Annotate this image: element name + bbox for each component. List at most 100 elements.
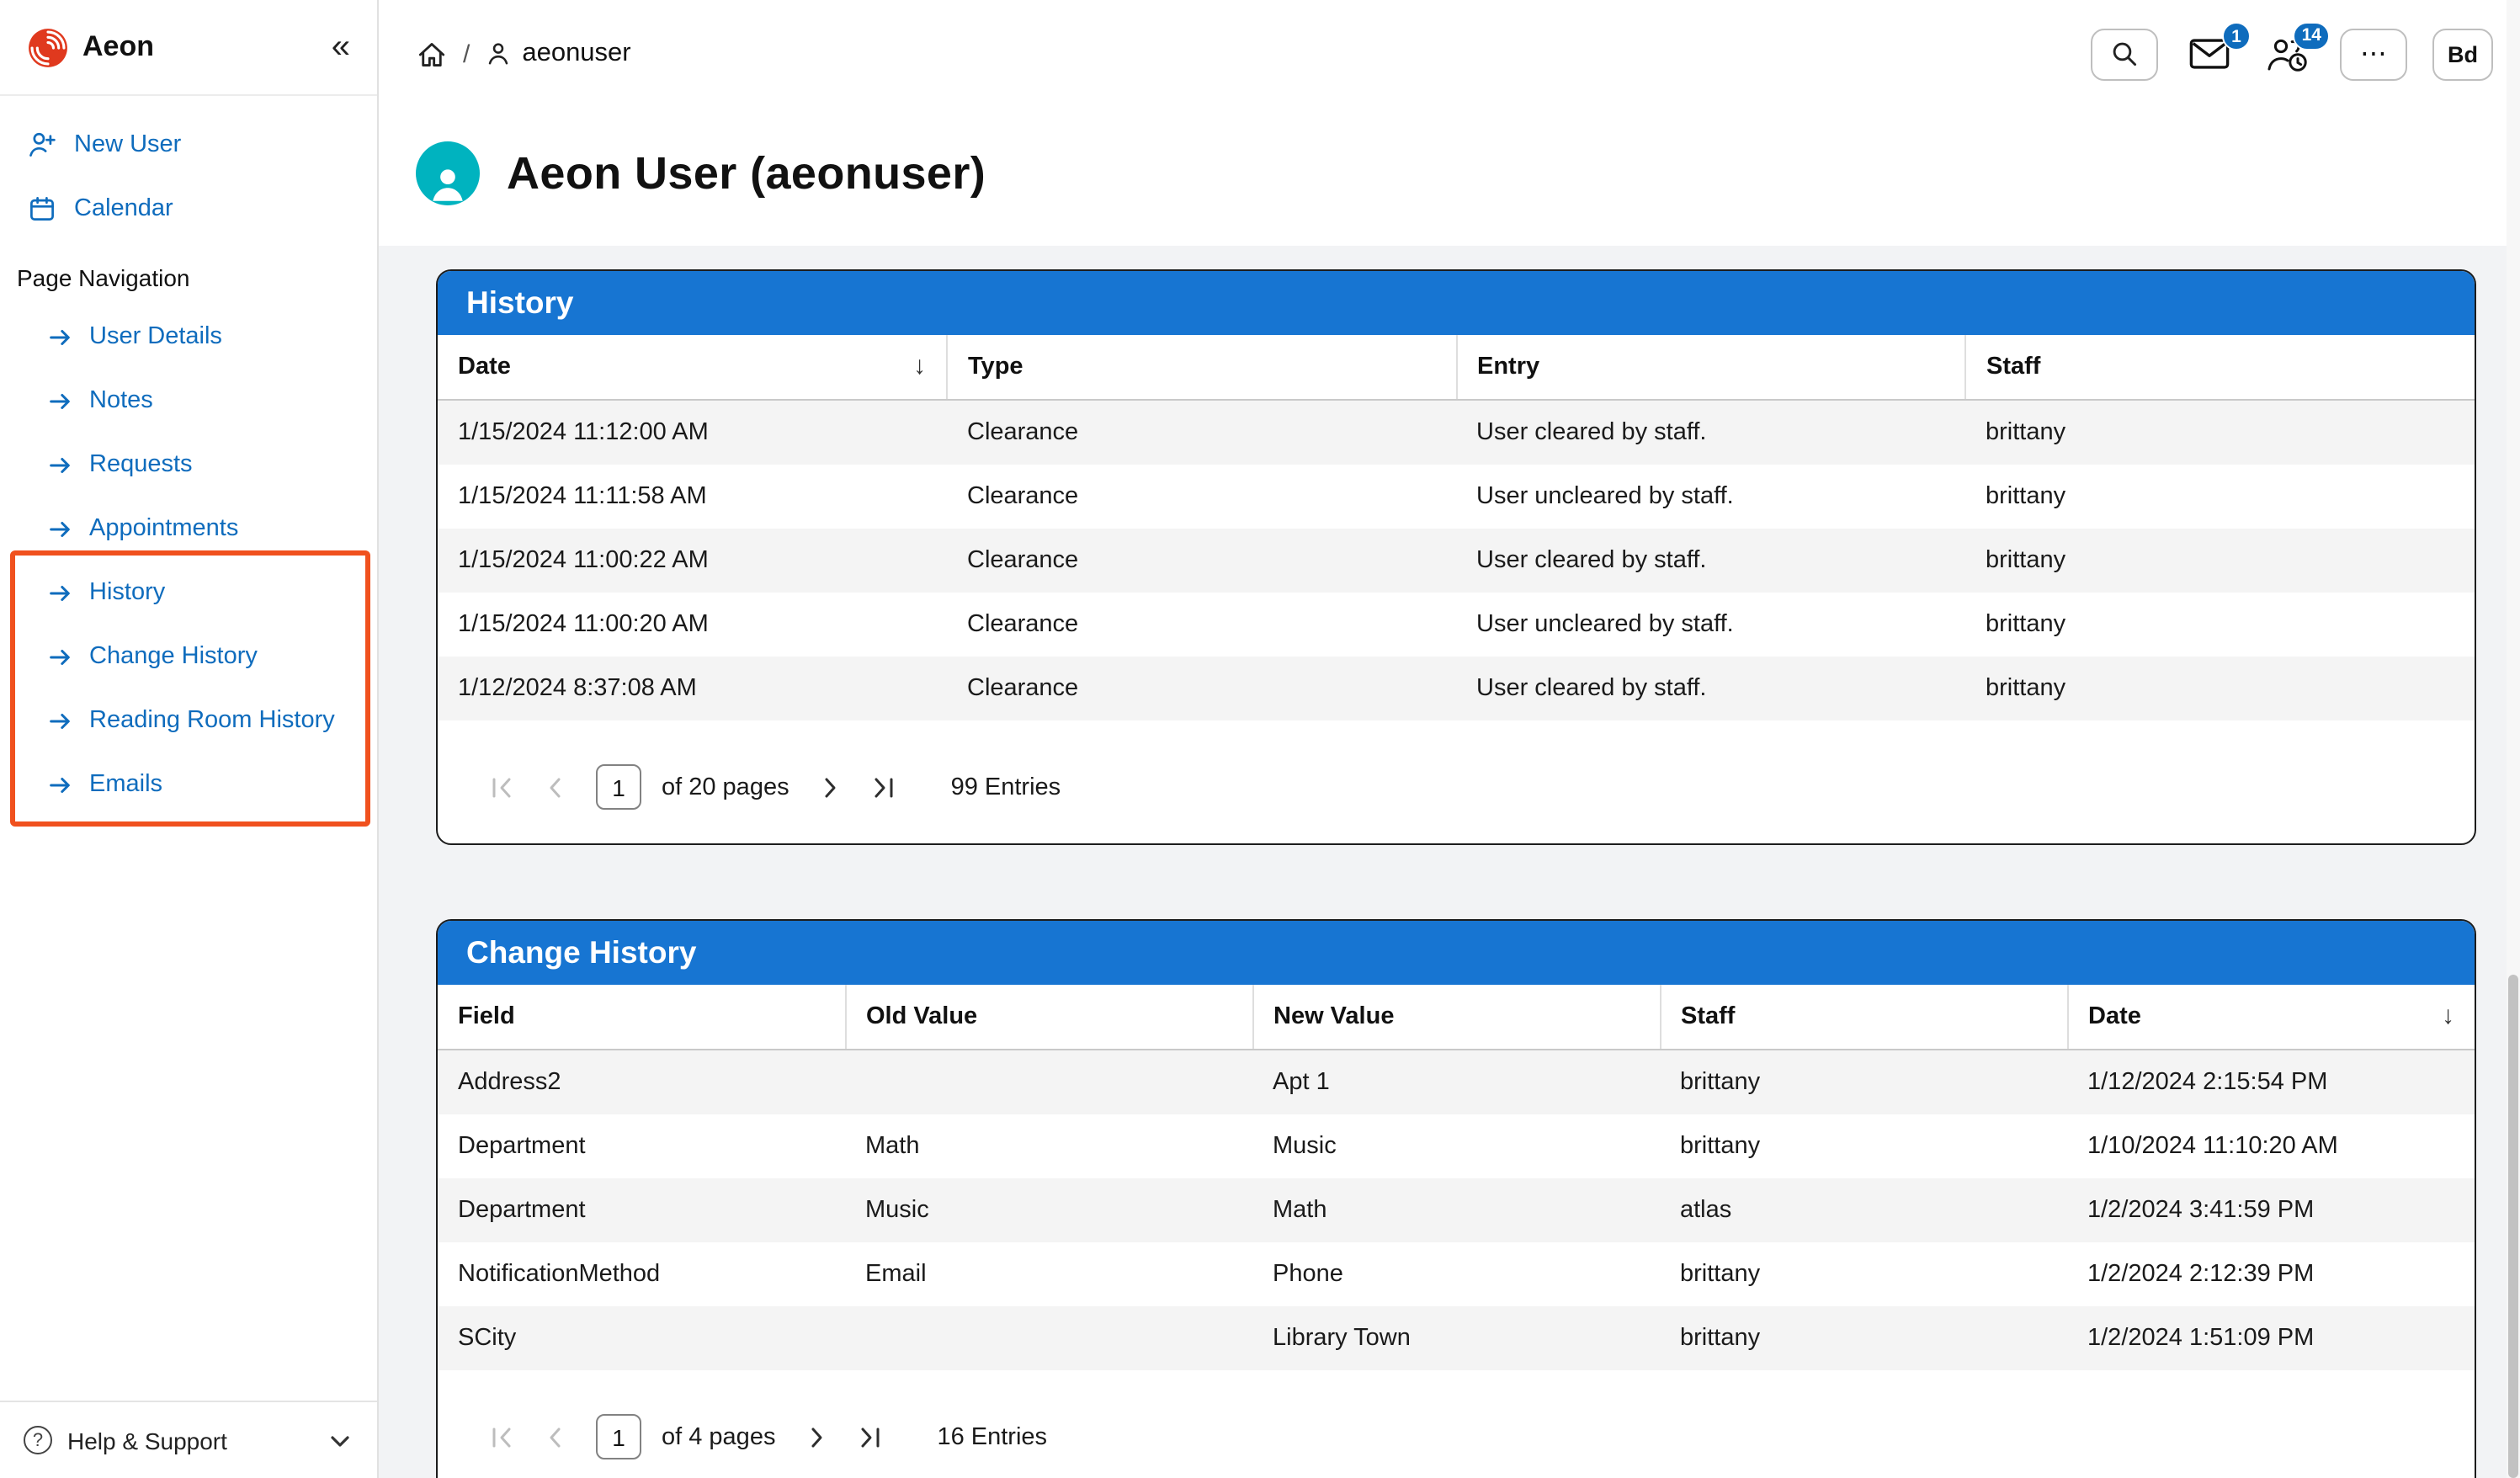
column-header-new-value[interactable]: New Value: [1252, 985, 1660, 1050]
home-icon[interactable]: [416, 38, 448, 70]
cell-field: SCity: [438, 1306, 845, 1370]
user-activity-button[interactable]: 14: [2261, 31, 2315, 77]
previous-page-icon[interactable]: [542, 1423, 569, 1450]
cell-field: Department: [438, 1114, 845, 1178]
scrollbar-thumb[interactable]: [2508, 976, 2518, 1478]
arrow-right-icon: [47, 580, 72, 605]
sidebar: Aeon « New User: [0, 0, 379, 1478]
cell-old-value: Math: [845, 1114, 1252, 1178]
sidebar-item-label: Calendar: [74, 195, 173, 222]
sidebar-item-appointments[interactable]: Appointments: [0, 497, 377, 561]
account-avatar-button[interactable]: Bd: [2432, 28, 2493, 80]
column-header-date[interactable]: Date ↓: [2067, 985, 2475, 1050]
cell-type: Clearance: [947, 593, 1456, 657]
sidebar-item-change-history[interactable]: Change History: [0, 625, 377, 688]
sidebar-item-label: New User: [74, 131, 181, 158]
sidebar-item-history[interactable]: History: [0, 561, 377, 625]
table-row: NotificationMethod Email Phone brittany …: [438, 1242, 2475, 1306]
sidebar-collapse-icon[interactable]: «: [332, 30, 350, 64]
history-card: History Date ↓ Type Entry: [436, 269, 2476, 845]
cell-staff: brittany: [1660, 1050, 2067, 1114]
help-support-button[interactable]: ? Help & Support: [0, 1401, 377, 1478]
arrow-right-icon: [47, 772, 72, 797]
page-navigation-heading: Page Navigation: [0, 244, 377, 305]
sidebar-item-label: Appointments: [89, 515, 238, 542]
cell-date: 1/15/2024 11:00:20 AM: [438, 593, 947, 657]
cell-old-value: [845, 1050, 1252, 1114]
column-header-old-value[interactable]: Old Value: [845, 985, 1252, 1050]
topbar-actions: 1 14: [2091, 28, 2493, 80]
sidebar-item-label: Emails: [89, 771, 162, 798]
cell-type: Clearance: [947, 529, 1456, 593]
cell-staff: brittany: [1965, 529, 2475, 593]
cell-type: Clearance: [947, 465, 1456, 529]
previous-page-icon[interactable]: [542, 774, 569, 800]
page-number-input[interactable]: [596, 1414, 641, 1459]
sidebar-item-user-details[interactable]: User Details: [0, 305, 377, 369]
cell-entry: User cleared by staff.: [1456, 400, 1965, 465]
cell-staff: brittany: [1965, 465, 2475, 529]
page-range-label: of 20 pages: [662, 774, 789, 800]
sidebar-item-reading-room-history[interactable]: Reading Room History: [0, 688, 377, 752]
sort-descending-icon[interactable]: ↓: [2442, 1002, 2454, 1032]
help-support-label: Help & Support: [67, 1427, 227, 1454]
change-history-card-header: Change History: [438, 921, 2475, 985]
search-button[interactable]: [2091, 28, 2158, 80]
next-page-icon[interactable]: [802, 1423, 829, 1450]
cell-entry: User uncleared by staff.: [1456, 593, 1965, 657]
cell-staff: brittany: [1660, 1114, 2067, 1178]
person-icon: [485, 40, 512, 67]
avatar-initials: Bd: [2448, 41, 2478, 66]
sidebar-item-new-user[interactable]: New User: [0, 113, 377, 177]
sidebar-item-calendar[interactable]: Calendar: [0, 177, 377, 241]
breadcrumb-user[interactable]: aeonuser: [485, 39, 630, 69]
sidebar-item-label: User Details: [89, 323, 222, 350]
person-add-icon: [27, 130, 57, 160]
mail-button[interactable]: 1: [2183, 32, 2236, 76]
change-history-table: Field Old Value New Value Staff Date ↓: [438, 985, 2475, 1370]
sidebar-item-notes[interactable]: Notes: [0, 369, 377, 433]
table-row: Department Math Music brittany 1/10/2024…: [438, 1114, 2475, 1178]
cell-staff: brittany: [1965, 657, 2475, 720]
column-header-date[interactable]: Date ↓: [438, 335, 947, 400]
more-options-button[interactable]: ⋯: [2340, 28, 2407, 80]
table-row: SCity Library Town brittany 1/2/2024 1:5…: [438, 1306, 2475, 1370]
sidebar-item-emails[interactable]: Emails: [0, 752, 377, 816]
cell-staff: brittany: [1660, 1306, 2067, 1370]
column-header-entry[interactable]: Entry: [1456, 335, 1965, 400]
first-page-icon[interactable]: [488, 1423, 515, 1450]
history-table: Date ↓ Type Entry Staff 1/15/2024 11:12:…: [438, 335, 2475, 720]
column-header-type[interactable]: Type: [947, 335, 1456, 400]
last-page-icon[interactable]: [870, 774, 897, 800]
sidebar-item-requests[interactable]: Requests: [0, 433, 377, 497]
arrow-right-icon: [47, 324, 72, 349]
cell-staff: atlas: [1660, 1178, 2067, 1242]
ellipsis-icon: ⋯: [2360, 37, 2387, 71]
calendar-icon: [27, 194, 57, 224]
cell-type: Clearance: [947, 400, 1456, 465]
sidebar-header: Aeon «: [0, 0, 377, 96]
change-history-card: Change History Field Old Value New Value…: [436, 919, 2476, 1478]
main-header: / aeonuser: [379, 0, 2520, 246]
arrow-right-icon: [47, 516, 72, 541]
column-header-field[interactable]: Field: [438, 985, 845, 1050]
cell-field: Department: [438, 1178, 845, 1242]
page-title-row: Aeon User (aeonuser): [379, 108, 2520, 246]
cell-date: 1/2/2024 2:12:39 PM: [2067, 1242, 2475, 1306]
first-page-icon[interactable]: [488, 774, 515, 800]
cell-date: 1/2/2024 3:41:59 PM: [2067, 1178, 2475, 1242]
history-card-header: History: [438, 271, 2475, 335]
cell-date: 1/2/2024 1:51:09 PM: [2067, 1306, 2475, 1370]
next-page-icon[interactable]: [816, 774, 843, 800]
aeon-logo-icon: [27, 26, 69, 68]
column-header-staff[interactable]: Staff: [1660, 985, 2067, 1050]
sidebar-item-label: History: [89, 579, 165, 606]
arrow-right-icon: [47, 452, 72, 477]
page-number-input[interactable]: [596, 764, 641, 810]
sort-descending-icon[interactable]: ↓: [913, 352, 926, 382]
cell-old-value: Music: [845, 1178, 1252, 1242]
last-page-icon[interactable]: [856, 1423, 883, 1450]
history-pagination: of 20 pages 99 Entries: [438, 720, 2475, 843]
column-header-staff[interactable]: Staff: [1965, 335, 2475, 400]
page-navigation-list: User Details Notes Requests Appointments…: [0, 305, 377, 816]
